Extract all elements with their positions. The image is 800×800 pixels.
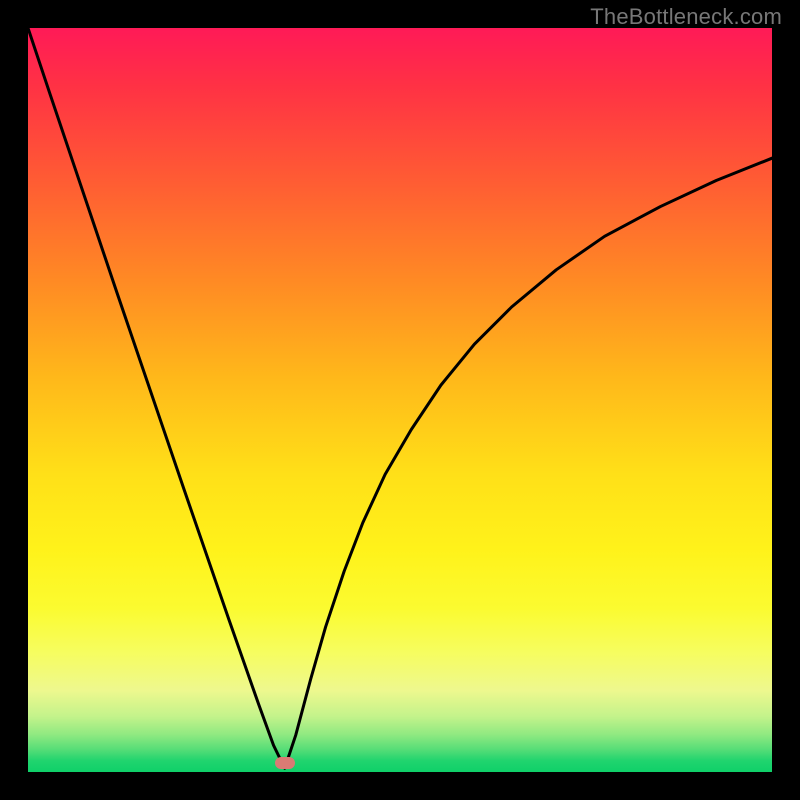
bottleneck-curve [28,28,772,768]
optimum-marker [275,757,295,769]
chart-frame: TheBottleneck.com [0,0,800,800]
plot-area [28,28,772,772]
curve-layer [28,28,772,772]
watermark-text: TheBottleneck.com [590,4,782,30]
